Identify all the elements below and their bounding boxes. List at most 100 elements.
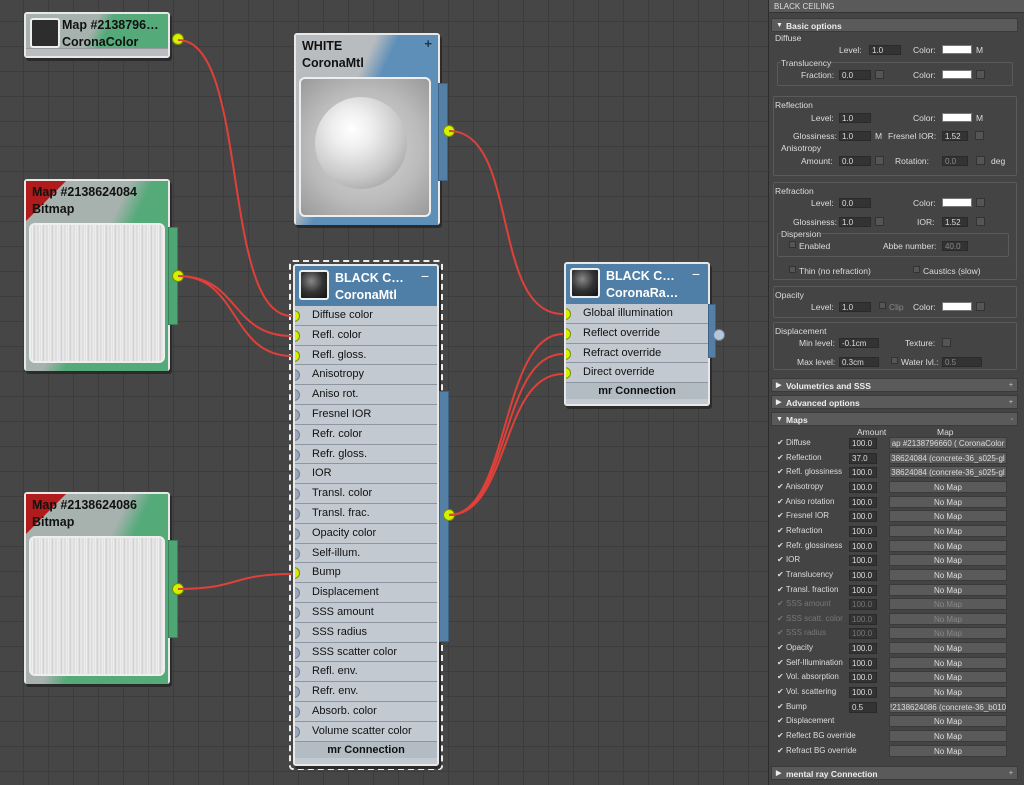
input-socket[interactable] [295,705,300,718]
collapse-minus-icon[interactable]: − [421,268,429,284]
opacity-level-spinner[interactable]: 1.0 [839,302,871,312]
map-slot-button[interactable]: No Map [889,671,1007,684]
map-row-label[interactable]: ✔ Refraction [777,526,822,535]
input-socket[interactable] [295,666,300,679]
map-amount-spinner[interactable]: 100.0 [849,438,877,449]
map-slot-button[interactable]: No Map [889,598,1007,611]
input-slot[interactable]: Refr. gloss. [295,444,437,465]
ray-switch-node[interactable]: BLACK C… CoronaRa… − Global illumination… [564,262,725,410]
map-row-label[interactable]: ✔ Vol. absorption [777,672,839,681]
map-amount-spinner[interactable]: 100.0 [849,481,877,493]
map-amount-spinner[interactable]: 100.0 [849,584,877,596]
checkmark-icon[interactable]: ✔ [777,526,786,535]
rollout-volumetrics[interactable]: ▶ Volumetrics and SSS + [771,378,1018,392]
input-socket[interactable] [295,310,300,322]
ior-spinner[interactable]: 1.52 [942,217,968,227]
checkmark-icon[interactable]: ✔ [777,658,786,667]
fraction-spinner[interactable]: 0.0 [839,70,871,80]
map-row-label[interactable]: ✔ Displacement [777,716,834,725]
input-slot[interactable]: Refl. gloss. [295,345,437,366]
refraction-color-swatch[interactable] [942,198,972,207]
bitmap-node-1[interactable]: Map #2138624084 Bitmap [24,179,184,375]
water-level-spinner[interactable]: 0.5 [942,357,982,367]
input-socket[interactable] [295,507,300,520]
glossiness-map-button[interactable]: M [875,131,882,141]
rollout-advanced-options[interactable]: ▶ Advanced options + [771,395,1018,409]
map-slot-button[interactable]: ap #2138796660 ( CoronaColor [889,437,1007,449]
map-slot-button[interactable]: No Map [889,730,1007,742]
material-name[interactable]: BLACK CEILING [769,0,1024,13]
map-amount-spinner[interactable]: 100.0 [849,628,877,640]
ior-map-button[interactable] [976,217,985,226]
collapse-minus-icon[interactable]: − [692,266,700,282]
input-socket[interactable] [295,408,300,421]
input-slot[interactable]: Refr. env. [295,682,437,702]
map-slot-button[interactable]: No Map [889,510,1007,523]
input-slot[interactable]: Direct override [566,363,708,384]
input-slot[interactable]: IOR [295,464,437,485]
checkmark-icon[interactable]: ✔ [777,467,786,476]
mr-connection-footer[interactable]: mr Connection [566,383,708,400]
map-row-label[interactable]: ✔ SSS radius [777,628,826,637]
input-socket[interactable] [295,448,300,461]
map-amount-spinner[interactable]: 100.0 [849,525,877,537]
input-slot[interactable]: Refl. env. [295,662,437,683]
input-slot[interactable]: Fresnel IOR [295,404,437,425]
diffuse-map-button[interactable]: M [976,45,983,55]
map-amount-spinner[interactable]: 100.0 [849,599,877,611]
map-row-label[interactable]: ✔ SSS amount [777,599,831,608]
map-slot-button[interactable]: 38624084 (concrete-36_s025-gl [889,451,1007,464]
checkmark-icon[interactable]: ✔ [777,555,786,564]
checkmark-icon[interactable]: ✔ [777,438,786,447]
map-amount-spinner[interactable]: 100.0 [849,657,877,669]
input-socket[interactable] [295,547,300,560]
checkmark-icon[interactable]: ✔ [777,702,786,711]
input-slot[interactable]: Displacement [295,583,437,603]
rollout-mental-ray[interactable]: ▶ mental ray Connection + [771,766,1018,780]
input-slot[interactable]: Refl. color [295,325,437,346]
input-slot[interactable]: Volume scatter color [295,721,437,742]
checkmark-icon[interactable]: ✔ [777,672,786,681]
rollout-maps[interactable]: ▼ Maps - [771,412,1018,426]
map-slot-button[interactable]: No Map [889,627,1007,640]
map-amount-spinner[interactable]: 100.0 [849,613,877,625]
map-amount-spinner[interactable]: 100.0 [849,687,877,699]
checkmark-icon[interactable]: ✔ [777,628,786,637]
input-socket[interactable] [295,567,300,580]
map-slot-button[interactable]: No Map [889,656,1007,669]
abbe-number-spinner[interactable]: 40.0 [942,241,968,251]
input-slot[interactable]: Global illumination [566,304,708,324]
map-row-label[interactable]: ✔ Aniso rotation [777,497,834,506]
diffuse-level-spinner[interactable]: 1.0 [869,45,901,55]
input-socket[interactable] [295,389,300,402]
rollout-basic-options[interactable]: ▼ Basic options [771,18,1018,32]
input-socket[interactable] [295,349,300,362]
output-socket[interactable] [172,270,184,282]
map-amount-spinner[interactable]: 37.0 [849,452,877,464]
map-slot-button[interactable]: No Map [889,480,1007,493]
map-row-label[interactable]: ✔ Reflect BG override [777,731,856,740]
checkmark-icon[interactable]: ✔ [777,541,786,550]
map-slot-button[interactable]: No Map [889,524,1007,537]
map-row-label[interactable]: ✔ IOR [777,555,800,564]
checkmark-icon[interactable]: ✔ [777,511,786,520]
map-slot-button[interactable]: No Map [889,583,1007,596]
node-editor-canvas[interactable]: Map #2138796… CoronaColor WHITE CoronaMt… [0,0,768,785]
fresnel-ior-spinner[interactable]: 1.52 [942,131,968,141]
map-slot-button[interactable]: No Map [889,715,1007,728]
map-slot-button[interactable]: No Map [889,744,1007,757]
input-socket[interactable] [295,646,300,659]
output-socket[interactable] [443,509,455,521]
translucency-map-button[interactable] [976,70,985,79]
dispersion-enabled-checkbox[interactable] [789,241,796,248]
input-socket[interactable] [566,347,571,360]
reflection-level-spinner[interactable]: 1.0 [839,113,871,123]
map-row-label[interactable]: ✔ Diffuse [777,438,811,447]
black-material-node[interactable]: BLACK C… CoronaMtl − Diffuse color Refl. … [289,260,455,772]
map-row-label[interactable]: ✔ Self-Illumination [777,658,843,667]
aniso-amount-spinner[interactable]: 0.0 [839,156,871,166]
checkmark-icon[interactable]: ✔ [777,614,786,623]
input-slot[interactable]: Self-illum. [295,543,437,564]
input-slot[interactable]: Transl. frac. [295,503,437,524]
water-level-checkbox[interactable] [891,357,898,364]
